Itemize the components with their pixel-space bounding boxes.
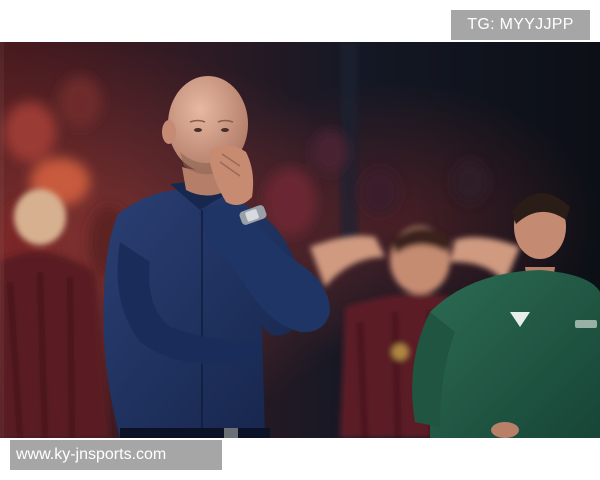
stadium-scene [0,42,600,438]
watermark-bottom: www.ky-jnsports.com [10,440,222,470]
badge-patch [575,320,597,328]
photo [0,42,600,438]
watermark-top: TG: MYYJJPP [451,10,590,40]
